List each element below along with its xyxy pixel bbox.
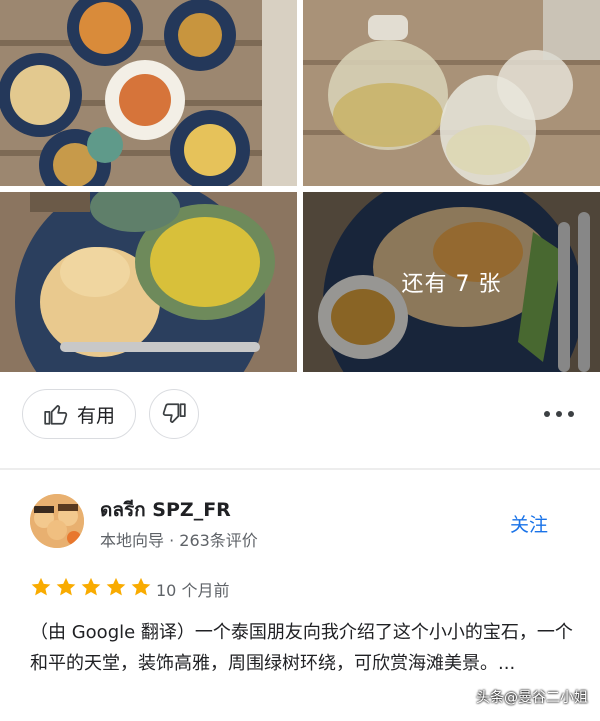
star-rating [30, 576, 152, 598]
photo-grid: 还有 7 张 [0, 0, 600, 372]
review-actions: 有用 [0, 372, 600, 468]
thumbs-up-icon [44, 405, 68, 425]
more-photos-overlay[interactable]: 还有 7 张 [303, 192, 600, 372]
reviewer-name[interactable]: ดลรีก SPZ_FR [100, 495, 231, 525]
review-time: 10 个月前 [156, 581, 230, 600]
more-photos-label: 还有 7 张 [401, 272, 502, 297]
star-icon [131, 577, 151, 596]
helpful-button[interactable]: 有用 [22, 389, 136, 439]
more-options-icon[interactable] [544, 404, 574, 424]
helpful-label: 有用 [76, 404, 115, 427]
star-icon [56, 577, 76, 596]
photo-fried-rice[interactable]: 还有 7 张 [303, 192, 600, 372]
star-icon [106, 577, 126, 596]
photo-roti-curry[interactable] [0, 192, 297, 372]
follow-button[interactable]: 关注 [510, 510, 548, 537]
photo-teapot-glasses[interactable] [303, 0, 600, 186]
reviewer-meta: 本地向导 · 263条评价 [100, 531, 258, 550]
watermark: 头条@曼谷二小姐 [476, 690, 588, 706]
photo-thai-dishes-table[interactable] [0, 0, 297, 186]
avatar[interactable] [30, 494, 84, 548]
star-icon [31, 577, 51, 596]
thumbs-down-icon [162, 403, 186, 423]
star-icon [81, 577, 101, 596]
review-text[interactable]: （由 Google 翻译）一个泰国朋友向我介绍了这个小小的宝石，一个和平的天堂，… [30, 617, 578, 679]
section-divider [0, 468, 600, 470]
not-helpful-button[interactable] [149, 389, 199, 439]
